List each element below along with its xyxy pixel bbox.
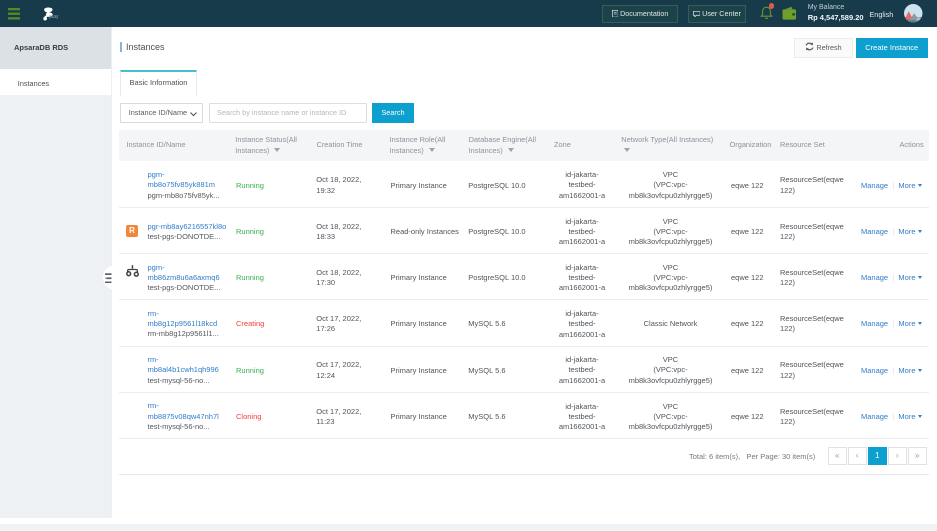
svg-text:play: play: [49, 14, 59, 20]
